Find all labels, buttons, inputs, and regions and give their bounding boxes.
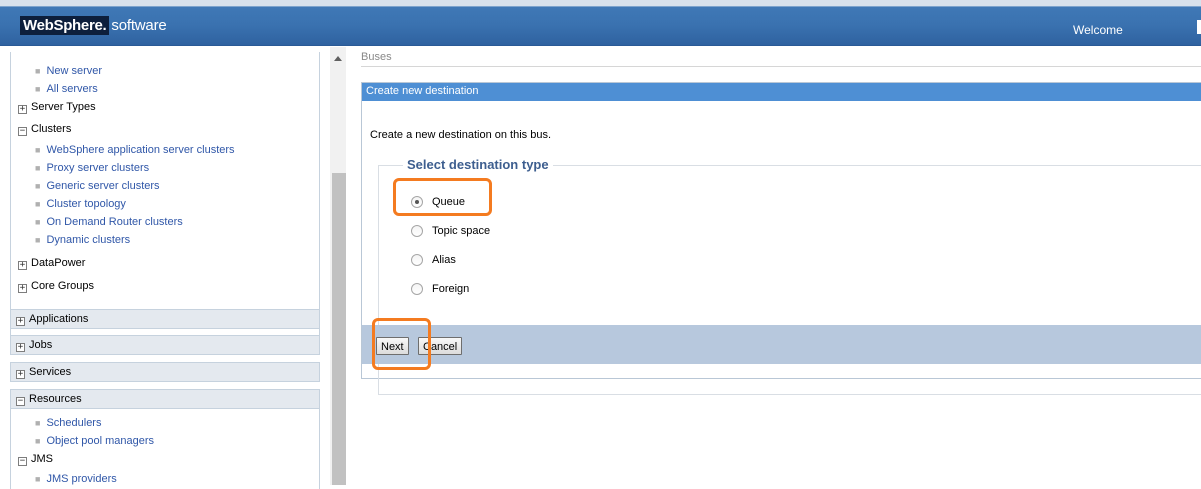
nav-node-label: Core Groups bbox=[31, 280, 94, 292]
nav-section-label: Resources bbox=[29, 393, 82, 405]
nav-link-cluster-topology[interactable]: ■ Cluster topology bbox=[35, 198, 126, 210]
next-button[interactable]: Next bbox=[376, 337, 409, 355]
foreign-radio[interactable] bbox=[411, 283, 423, 295]
expand-icon[interactable]: + bbox=[18, 105, 27, 114]
header-edge bbox=[1197, 20, 1201, 34]
nav-node-server-types[interactable]: + Server Types bbox=[18, 101, 96, 114]
nav-link-generic-clusters[interactable]: ■ Generic server clusters bbox=[35, 180, 160, 192]
masthead: WebSphere. software Welcome bbox=[0, 0, 1201, 46]
nav-node-clusters[interactable]: − Clusters bbox=[18, 123, 71, 136]
nav-node-label: JMS bbox=[31, 453, 53, 465]
expand-icon[interactable]: + bbox=[16, 370, 25, 379]
nav-link-object-pool-managers[interactable]: ■ Object pool managers bbox=[35, 435, 154, 447]
nav-section-jobs[interactable]: + Jobs bbox=[10, 335, 320, 355]
breadcrumb-divider bbox=[361, 66, 1201, 67]
alias-radio[interactable] bbox=[411, 254, 423, 266]
nav-link-label: Object pool managers bbox=[46, 435, 155, 447]
nav-link-label: All servers bbox=[46, 83, 98, 95]
radio-label: Topic space bbox=[432, 225, 491, 237]
panel-title: Create new destination bbox=[362, 83, 1201, 101]
nav-link-was-clusters[interactable]: ■ WebSphere application server clusters bbox=[35, 144, 235, 156]
nav-link-odr-clusters[interactable]: ■ On Demand Router clusters bbox=[35, 216, 183, 228]
nav-link-label: Proxy server clusters bbox=[46, 162, 150, 174]
button-bar: Next Cancel bbox=[362, 325, 1201, 364]
nav-node-label: Clusters bbox=[31, 123, 72, 135]
expand-icon[interactable]: + bbox=[18, 284, 27, 293]
welcome-text: Welcome bbox=[1073, 23, 1123, 37]
nav-section-label: Applications bbox=[29, 313, 89, 325]
nav-node-jms[interactable]: − JMS bbox=[18, 453, 53, 466]
navigation-tree: ■ New server ■ All servers + Server Types −… bbox=[0, 47, 345, 489]
nav-link-label: JMS providers bbox=[46, 473, 117, 485]
scroll-up-arrow-icon[interactable] bbox=[334, 56, 342, 61]
nav-section-resources[interactable]: − Resources bbox=[10, 389, 320, 409]
collapse-icon[interactable]: − bbox=[18, 127, 27, 136]
radio-label: Alias bbox=[432, 254, 456, 266]
nav-section-label: Services bbox=[29, 366, 72, 378]
nav-link-label: Schedulers bbox=[46, 417, 102, 429]
nav-section-applications[interactable]: + Applications bbox=[10, 309, 320, 329]
breadcrumb[interactable]: Buses bbox=[361, 51, 392, 63]
websphere-logo: WebSphere. software bbox=[20, 16, 167, 35]
fieldset-legend: Select destination type bbox=[403, 157, 553, 172]
logo-product: software bbox=[111, 17, 167, 34]
nav-node-label: Server Types bbox=[31, 101, 96, 113]
expand-icon[interactable]: + bbox=[16, 317, 25, 326]
nav-node-core-groups[interactable]: + Core Groups bbox=[18, 280, 94, 293]
nav-link-label: WebSphere application server clusters bbox=[46, 144, 235, 156]
collapse-icon[interactable]: − bbox=[16, 397, 25, 406]
panel-description: Create a new destination on this bus. bbox=[370, 129, 552, 141]
scrollbar-thumb[interactable] bbox=[332, 173, 346, 485]
nav-scrollbar[interactable] bbox=[330, 47, 346, 485]
masthead-top-strip bbox=[0, 0, 1201, 6]
nav-section-services[interactable]: + Services bbox=[10, 362, 320, 382]
nav-link-all-servers[interactable]: ■ All servers bbox=[35, 83, 98, 95]
nav-link-jms-providers[interactable]: ■ JMS providers bbox=[35, 473, 117, 485]
nav-link-proxy-clusters[interactable]: ■ Proxy server clusters bbox=[35, 162, 149, 174]
nav-link-new-server[interactable]: ■ New server bbox=[35, 65, 102, 77]
nav-link-label: New server bbox=[46, 65, 103, 77]
nav-node-datapower[interactable]: + DataPower bbox=[18, 257, 85, 270]
topic-space-radio[interactable] bbox=[411, 225, 423, 237]
nav-section-label: Jobs bbox=[29, 339, 53, 351]
nav-link-schedulers[interactable]: ■ Schedulers bbox=[35, 417, 101, 429]
collapse-icon[interactable]: − bbox=[18, 457, 27, 466]
nav-link-label: Cluster topology bbox=[46, 198, 126, 210]
nav-link-label: On Demand Router clusters bbox=[46, 216, 183, 228]
expand-icon[interactable]: + bbox=[16, 343, 25, 352]
radio-label: Foreign bbox=[432, 283, 470, 295]
nav-link-dynamic-clusters[interactable]: ■ Dynamic clusters bbox=[35, 234, 130, 246]
nav-link-label: Dynamic clusters bbox=[46, 234, 131, 246]
queue-radio[interactable] bbox=[411, 196, 423, 208]
logo-brand: WebSphere. bbox=[20, 16, 110, 35]
nav-node-label: DataPower bbox=[31, 257, 86, 269]
nav-link-label: Generic server clusters bbox=[46, 180, 160, 192]
cancel-button[interactable]: Cancel bbox=[418, 337, 463, 355]
expand-icon[interactable]: + bbox=[18, 261, 27, 270]
radio-label: Queue bbox=[432, 196, 466, 208]
create-destination-panel: Create new destination Create a new dest… bbox=[361, 82, 1201, 395]
